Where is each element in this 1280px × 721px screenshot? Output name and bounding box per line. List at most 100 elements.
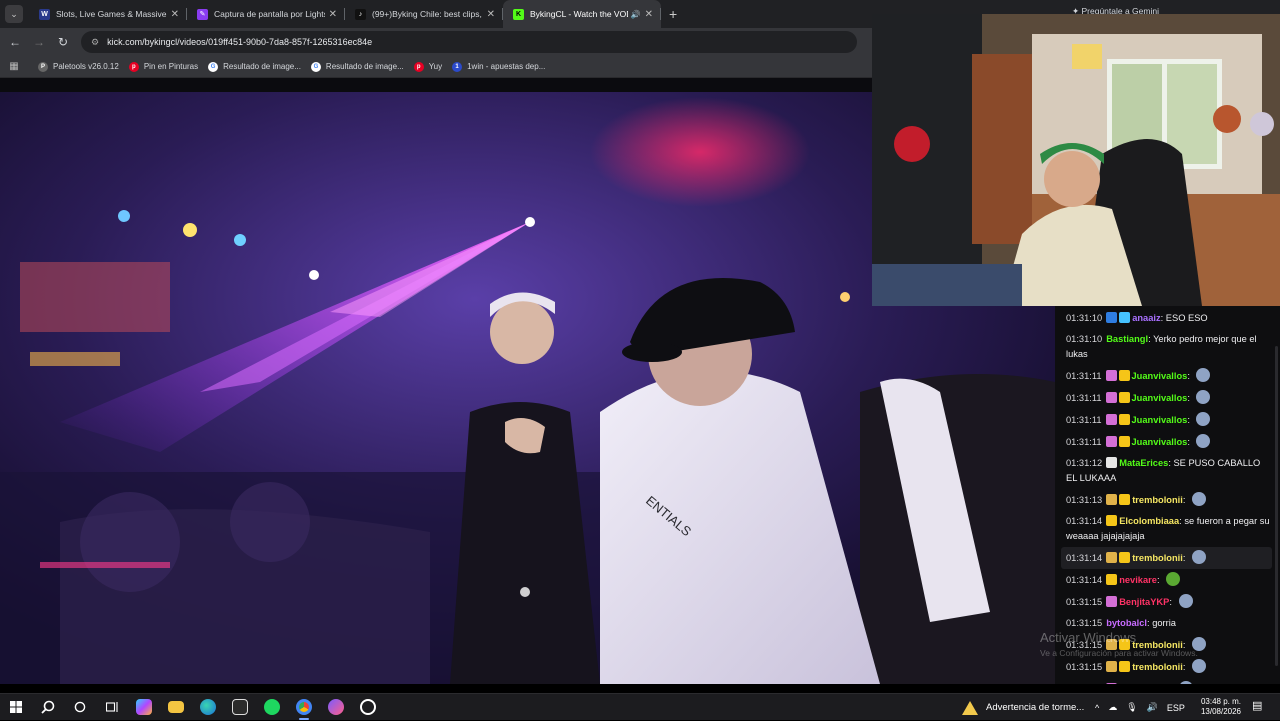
chat-badge-icon[interactable] bbox=[1106, 683, 1118, 684]
reload-icon[interactable]: ↻ bbox=[51, 35, 75, 49]
chat-username[interactable]: Bastiangl bbox=[1106, 334, 1148, 344]
forward-button[interactable]: → bbox=[27, 35, 51, 49]
bookmark-item[interactable]: p Pin en Pinturas bbox=[128, 61, 198, 72]
capture-tool-icon[interactable] bbox=[352, 694, 384, 721]
messenger-icon[interactable] bbox=[320, 694, 352, 721]
address-bar[interactable]: ⚙ kick.com/bykingcl/videos/019ff451-90b0… bbox=[81, 31, 857, 53]
chat-badge-icon[interactable] bbox=[1119, 552, 1131, 563]
back-button[interactable]: ← bbox=[3, 35, 27, 49]
edge-icon[interactable] bbox=[192, 694, 224, 721]
chat-emote-icon[interactable] bbox=[1178, 594, 1193, 608]
chat-username[interactable]: trembolonii bbox=[1132, 553, 1183, 563]
chat-emote-icon[interactable] bbox=[1166, 572, 1181, 586]
site-info-icon[interactable]: ⚙ bbox=[91, 37, 99, 48]
chat-emote-icon[interactable] bbox=[1192, 659, 1206, 673]
chat-emote-icon[interactable] bbox=[1196, 434, 1211, 448]
chat-username[interactable]: Elcolombiaaa bbox=[1119, 516, 1179, 526]
chat-username[interactable]: bytobalcl bbox=[1106, 618, 1147, 628]
chat-badge-icon[interactable] bbox=[1118, 414, 1130, 425]
chat-badge-icon[interactable] bbox=[1119, 661, 1131, 672]
chrome-icon[interactable] bbox=[288, 694, 320, 721]
task-view-icon[interactable] bbox=[96, 694, 128, 721]
chat-emote-icon[interactable] bbox=[1196, 390, 1211, 404]
chat-badge-icon[interactable] bbox=[1106, 312, 1118, 323]
chat-username[interactable]: Juanvivallos bbox=[1132, 437, 1188, 447]
chat-badge-icon[interactable] bbox=[1106, 596, 1118, 607]
tab-close-icon[interactable]: ✕ bbox=[171, 9, 179, 20]
chat-username[interactable]: nevikare bbox=[1119, 575, 1157, 585]
chat-message[interactable]: 01:31:15BenjitaYKP: bbox=[1055, 591, 1280, 613]
chat-message[interactable]: 01:31:14 Elcolombiaaa: se fueron a pegar … bbox=[1055, 511, 1280, 547]
chat-badge-icon[interactable] bbox=[1106, 661, 1118, 672]
chat-scrollbar[interactable] bbox=[1275, 346, 1278, 666]
bookmark-item[interactable]: P Paletools v26.0.12 bbox=[38, 61, 119, 72]
chat-badge-icon[interactable] bbox=[1106, 457, 1118, 468]
tab-close-icon[interactable]: ✕ bbox=[487, 9, 495, 20]
chat-message[interactable]: 01:31:11 Juanvivallos: bbox=[1055, 431, 1280, 453]
chat-badge-icon[interactable] bbox=[1118, 436, 1130, 447]
chat-username[interactable]: anaaiz bbox=[1132, 313, 1160, 323]
chat-username[interactable]: BenjitaYKP bbox=[1119, 597, 1169, 607]
chat-message[interactable]: 01:31:13 trembolonii: bbox=[1055, 489, 1280, 511]
speaker-icon[interactable]: 🔊 bbox=[1147, 702, 1158, 713]
chat-message[interactable]: 01:31:11 Juanvivallos: bbox=[1055, 409, 1280, 431]
store-icon[interactable] bbox=[224, 694, 256, 721]
spotify-icon[interactable] bbox=[256, 694, 288, 721]
apps-grid-icon[interactable]: ▦ bbox=[0, 61, 28, 72]
search-icon[interactable] bbox=[32, 694, 64, 721]
tab-close-icon[interactable]: ✕ bbox=[329, 9, 337, 20]
cloud-icon[interactable]: ☁ bbox=[1108, 702, 1117, 713]
browser-tab[interactable]: ✎ Captura de pantalla por Lightsh ✕ bbox=[187, 0, 345, 28]
chat-message[interactable]: 01:31:10 Bastiangl: Yerko pedro mejor que… bbox=[1055, 329, 1280, 365]
browser-tab[interactable]: ♪ (99+)Byking Chile: best clips, m ✕ bbox=[345, 0, 503, 28]
chat-message[interactable]: 01:31:11 Juanvivallos: bbox=[1055, 387, 1280, 409]
chat-emote-icon[interactable] bbox=[1196, 412, 1211, 426]
chat-message[interactable]: 01:31:14 trembolonii: bbox=[1061, 547, 1272, 569]
chat-username[interactable]: trembolonii bbox=[1132, 495, 1183, 505]
chat-emote-icon[interactable] bbox=[1178, 681, 1193, 684]
chat-emote-icon[interactable] bbox=[1196, 368, 1211, 382]
chat-badge-icon[interactable] bbox=[1106, 494, 1118, 505]
chat-username[interactable]: trembolonii bbox=[1132, 662, 1183, 672]
chat-username[interactable]: MataErices bbox=[1119, 458, 1168, 468]
bookmark-item[interactable]: G Resultado de image... bbox=[310, 61, 404, 72]
bookmark-item[interactable]: 1 1win - apuestas dep... bbox=[452, 61, 545, 72]
chat-badge-icon[interactable] bbox=[1105, 436, 1117, 447]
copilot-icon[interactable] bbox=[128, 694, 160, 721]
chat-badge-icon[interactable] bbox=[1105, 392, 1117, 403]
chat-message[interactable]: 01:31:11 Juanvivallos: bbox=[1055, 365, 1280, 387]
chat-message[interactable]: 01:31:15BenjitaYKP: bbox=[1055, 678, 1280, 684]
chat-badge-icon[interactable] bbox=[1118, 392, 1130, 403]
tab-search-button[interactable]: ⌄ bbox=[5, 5, 23, 23]
chat-message[interactable]: 01:31:10 anaaiz: ESO ESO bbox=[1055, 308, 1280, 329]
chat-username[interactable]: Juanvivallos bbox=[1132, 371, 1188, 381]
browser-tab[interactable]: K BykingCL - Watch the VOD 🔊 ✕ bbox=[503, 0, 661, 28]
chat-message[interactable]: 01:31:12 MataErices: SE PUSO CABALLO EL L… bbox=[1055, 453, 1280, 489]
chat-badge-icon[interactable] bbox=[1105, 370, 1117, 381]
chat-badge-icon[interactable] bbox=[1106, 552, 1118, 563]
chat-badge-icon[interactable] bbox=[1118, 370, 1130, 381]
chat-emote-icon[interactable] bbox=[1192, 550, 1206, 564]
chat-username[interactable]: Juanvivallos bbox=[1132, 415, 1188, 425]
tab-audio-icon[interactable]: 🔊 bbox=[631, 10, 641, 19]
new-tab-button[interactable]: + bbox=[669, 6, 677, 22]
bookmark-item[interactable]: G Resultado de image... bbox=[208, 61, 301, 72]
chat-badge-icon[interactable] bbox=[1106, 574, 1118, 585]
chat-username[interactable]: Juanvivallos bbox=[1132, 393, 1188, 403]
notification-icon[interactable]: ▤ bbox=[1252, 699, 1262, 712]
chat-emote-icon[interactable] bbox=[1192, 492, 1206, 506]
language-indicator[interactable]: ESP bbox=[1167, 703, 1185, 713]
file-explorer-icon[interactable] bbox=[160, 694, 192, 721]
chat-badge-icon[interactable] bbox=[1106, 515, 1118, 526]
chat-badge-icon[interactable] bbox=[1119, 494, 1131, 505]
chat-message[interactable]: 01:31:15 trembolonii: bbox=[1055, 656, 1280, 678]
microphone-icon[interactable]: 🎙 bbox=[1126, 702, 1137, 713]
tab-close-icon[interactable]: ✕ bbox=[645, 9, 653, 20]
chat-badge-icon[interactable] bbox=[1105, 414, 1117, 425]
weather-widget[interactable]: Advertencia de torme... bbox=[962, 694, 1084, 721]
chat-badge-icon[interactable] bbox=[1119, 312, 1131, 323]
start-icon[interactable] bbox=[0, 694, 32, 721]
bookmark-item[interactable]: p Yuy bbox=[413, 61, 442, 72]
chevron-up-icon[interactable]: ^ bbox=[1095, 703, 1099, 713]
taskbar-clock[interactable]: 03:48 p. m. 13/08/2026 bbox=[1196, 697, 1246, 717]
